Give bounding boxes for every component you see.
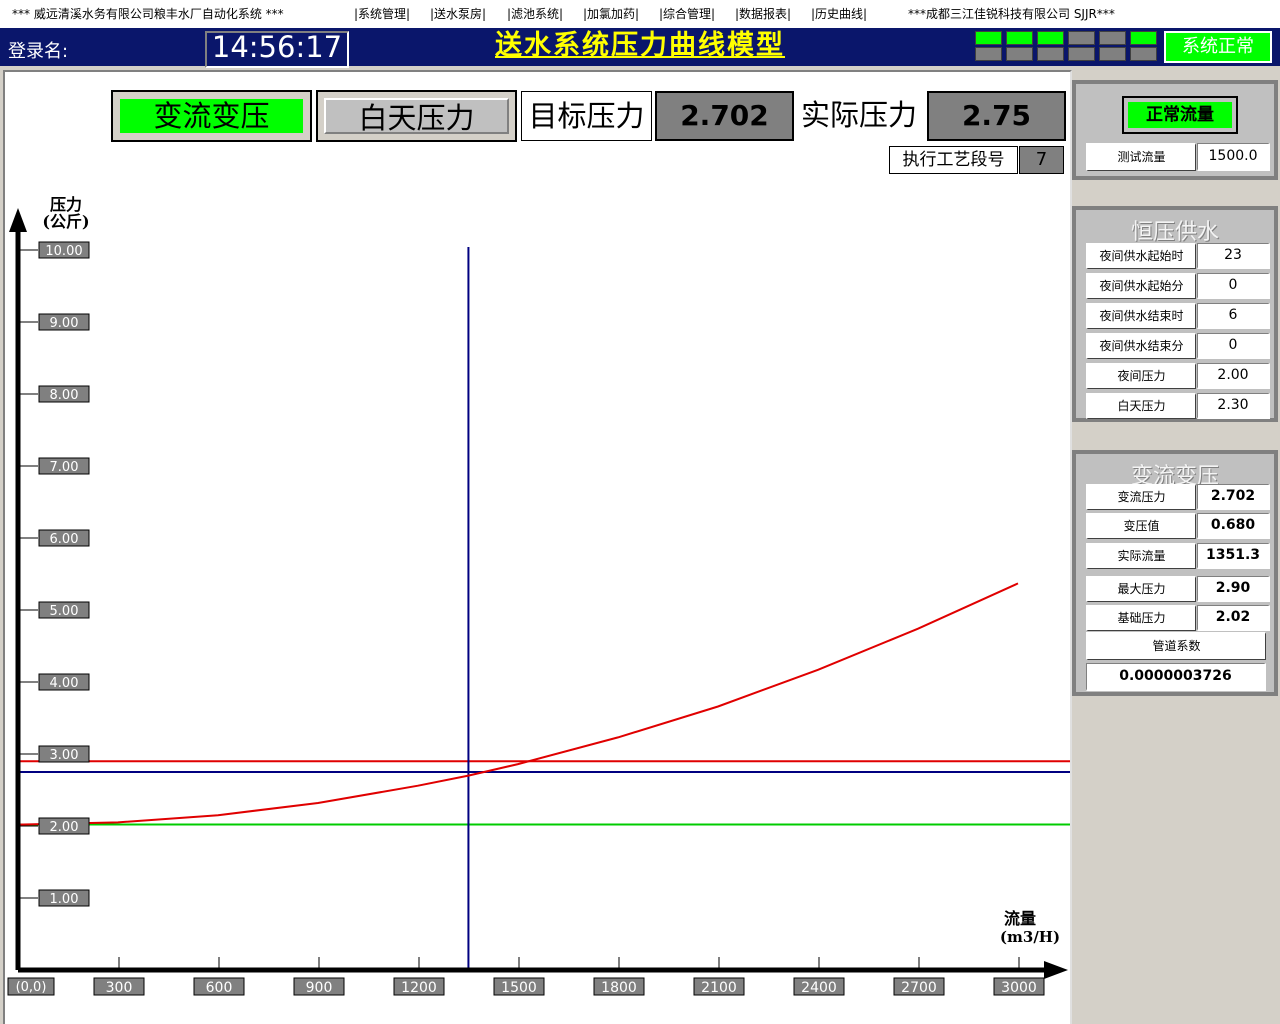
constant-pressure-row-value-3[interactable]: 0 bbox=[1197, 333, 1270, 359]
chart-reference-lines bbox=[18, 247, 1070, 970]
variable-pressure-row-value-3[interactable]: 2.90 bbox=[1197, 576, 1270, 602]
normal-flow-button[interactable]: 正常流量 bbox=[1122, 96, 1238, 134]
variable-pressure-row-label-3: 最大压力 bbox=[1086, 576, 1196, 602]
constant-pressure-panel: 恒压供水 夜间供水起始时 23 夜间供水起始分 0 夜间供水结束时 6 夜间供水结束分 0 夜间… bbox=[1072, 206, 1278, 422]
test-flow-value[interactable]: 1500.0 bbox=[1197, 143, 1270, 171]
variable-pressure-panel: 变流变压 变流压力 2.702 变压值 0.680 实际流量 1351.3 最大压力 2.90… bbox=[1072, 450, 1278, 696]
x-tick-label-8: 2700 bbox=[901, 980, 937, 996]
y-tick-label-2: 3.00 bbox=[50, 748, 79, 763]
x-tick-label-9: 3000 bbox=[1001, 980, 1037, 996]
pressure-flow-chart: 1.00 2.00 3.00 4.00 5.00 6.00 7.00 8.00 9.00 10.0… bbox=[7, 195, 1070, 996]
x-axis-ticks: (0,0) 300 600 900 1200 1500 1800 2100 2400 2700 30… bbox=[7, 957, 1045, 996]
constant-pressure-row-value-2[interactable]: 6 bbox=[1197, 303, 1270, 329]
variable-pressure-row-label-0: 变流压力 bbox=[1086, 484, 1196, 510]
x-tick-label-4: 1500 bbox=[501, 980, 537, 996]
constant-pressure-row-value-1[interactable]: 0 bbox=[1197, 273, 1270, 299]
constant-pressure-row-value-4[interactable]: 2.00 bbox=[1197, 363, 1270, 389]
y-axis-ticks: 1.00 2.00 3.00 4.00 5.00 6.00 7.00 8.00 9.00 10.0… bbox=[18, 241, 90, 907]
status-led-1-4 bbox=[1099, 47, 1126, 61]
x-origin-label: (0,0) bbox=[16, 980, 47, 995]
constant-pressure-row-value-5[interactable]: 2.30 bbox=[1197, 393, 1270, 419]
y-tick-label-9: 10.00 bbox=[45, 244, 82, 259]
constant-pressure-row-label-2: 夜间供水结束时 bbox=[1086, 303, 1196, 329]
status-led-1-5 bbox=[1130, 47, 1157, 61]
y-axis-arrow bbox=[9, 208, 27, 232]
constant-pressure-row-label-3: 夜间供水结束分 bbox=[1086, 333, 1196, 359]
x-tick-label-7: 2400 bbox=[801, 980, 837, 996]
constant-pressure-row-label-1: 夜间供水起始分 bbox=[1086, 273, 1196, 299]
y-tick-label-1: 2.00 bbox=[50, 820, 79, 835]
x-tick-label-6: 2100 bbox=[701, 980, 737, 996]
y-tick-label-3: 4.00 bbox=[50, 676, 79, 691]
status-led-0-5 bbox=[1130, 31, 1157, 45]
x-tick-label-1: 600 bbox=[206, 980, 233, 996]
y-tick-label-7: 8.00 bbox=[50, 388, 79, 403]
constant-pressure-row-label-4: 夜间压力 bbox=[1086, 363, 1196, 389]
constant-pressure-row-value-0[interactable]: 23 bbox=[1197, 243, 1270, 269]
x-tick-label-5: 1800 bbox=[601, 980, 637, 996]
constant-pressure-row-label-5: 白天压力 bbox=[1086, 393, 1196, 419]
x-tick-label-3: 1200 bbox=[401, 980, 437, 996]
y-axis-unit: (公斤) bbox=[42, 212, 89, 231]
variable-pressure-row-label-4: 基础压力 bbox=[1086, 605, 1196, 631]
test-flow-label: 测试流量 bbox=[1086, 143, 1196, 171]
constant-pressure-title: 恒压供水 bbox=[1130, 220, 1219, 245]
status-led-0-4 bbox=[1099, 31, 1126, 45]
y-tick-label-8: 9.00 bbox=[50, 316, 79, 331]
y-tick-label-6: 7.00 bbox=[50, 460, 79, 475]
chart-axes bbox=[9, 208, 1068, 979]
variable-pressure-row-label-1: 变压值 bbox=[1086, 513, 1196, 539]
variable-pressure-row-label-2: 实际流量 bbox=[1086, 543, 1196, 569]
constant-pressure-row-label-0: 夜间供水起始时 bbox=[1086, 243, 1196, 269]
variable-pressure-row-value-2[interactable]: 1351.3 bbox=[1197, 543, 1270, 569]
chart-curve-group bbox=[17, 582, 1019, 826]
x-axis-arrow bbox=[1044, 961, 1068, 979]
x-axis-unit: (m3/H) bbox=[1000, 928, 1060, 946]
variable-pressure-row-value-4[interactable]: 2.02 bbox=[1197, 605, 1270, 631]
x-axis-label: 流量 bbox=[1004, 909, 1036, 928]
variable-pressure-row-value-0[interactable]: 2.702 bbox=[1197, 484, 1270, 510]
pressure-curve bbox=[17, 582, 1019, 826]
system-status-indicator: 系统正常 bbox=[1164, 31, 1272, 63]
pipe-coefficient-label: 管道系数 bbox=[1086, 632, 1266, 660]
x-tick-label-0: 300 bbox=[106, 980, 133, 996]
pipe-coefficient-value[interactable]: 0.0000003726 bbox=[1086, 663, 1266, 691]
y-tick-label-5: 6.00 bbox=[50, 532, 79, 547]
variable-pressure-row-value-1[interactable]: 0.680 bbox=[1197, 513, 1270, 539]
y-tick-label-0: 1.00 bbox=[50, 892, 79, 907]
y-tick-label-4: 5.00 bbox=[50, 604, 79, 619]
flow-panel: 正常流量 测试流量 1500.0 bbox=[1072, 80, 1278, 180]
normal-flow-button-label: 正常流量 bbox=[1128, 102, 1232, 128]
x-tick-label-2: 900 bbox=[306, 980, 333, 996]
